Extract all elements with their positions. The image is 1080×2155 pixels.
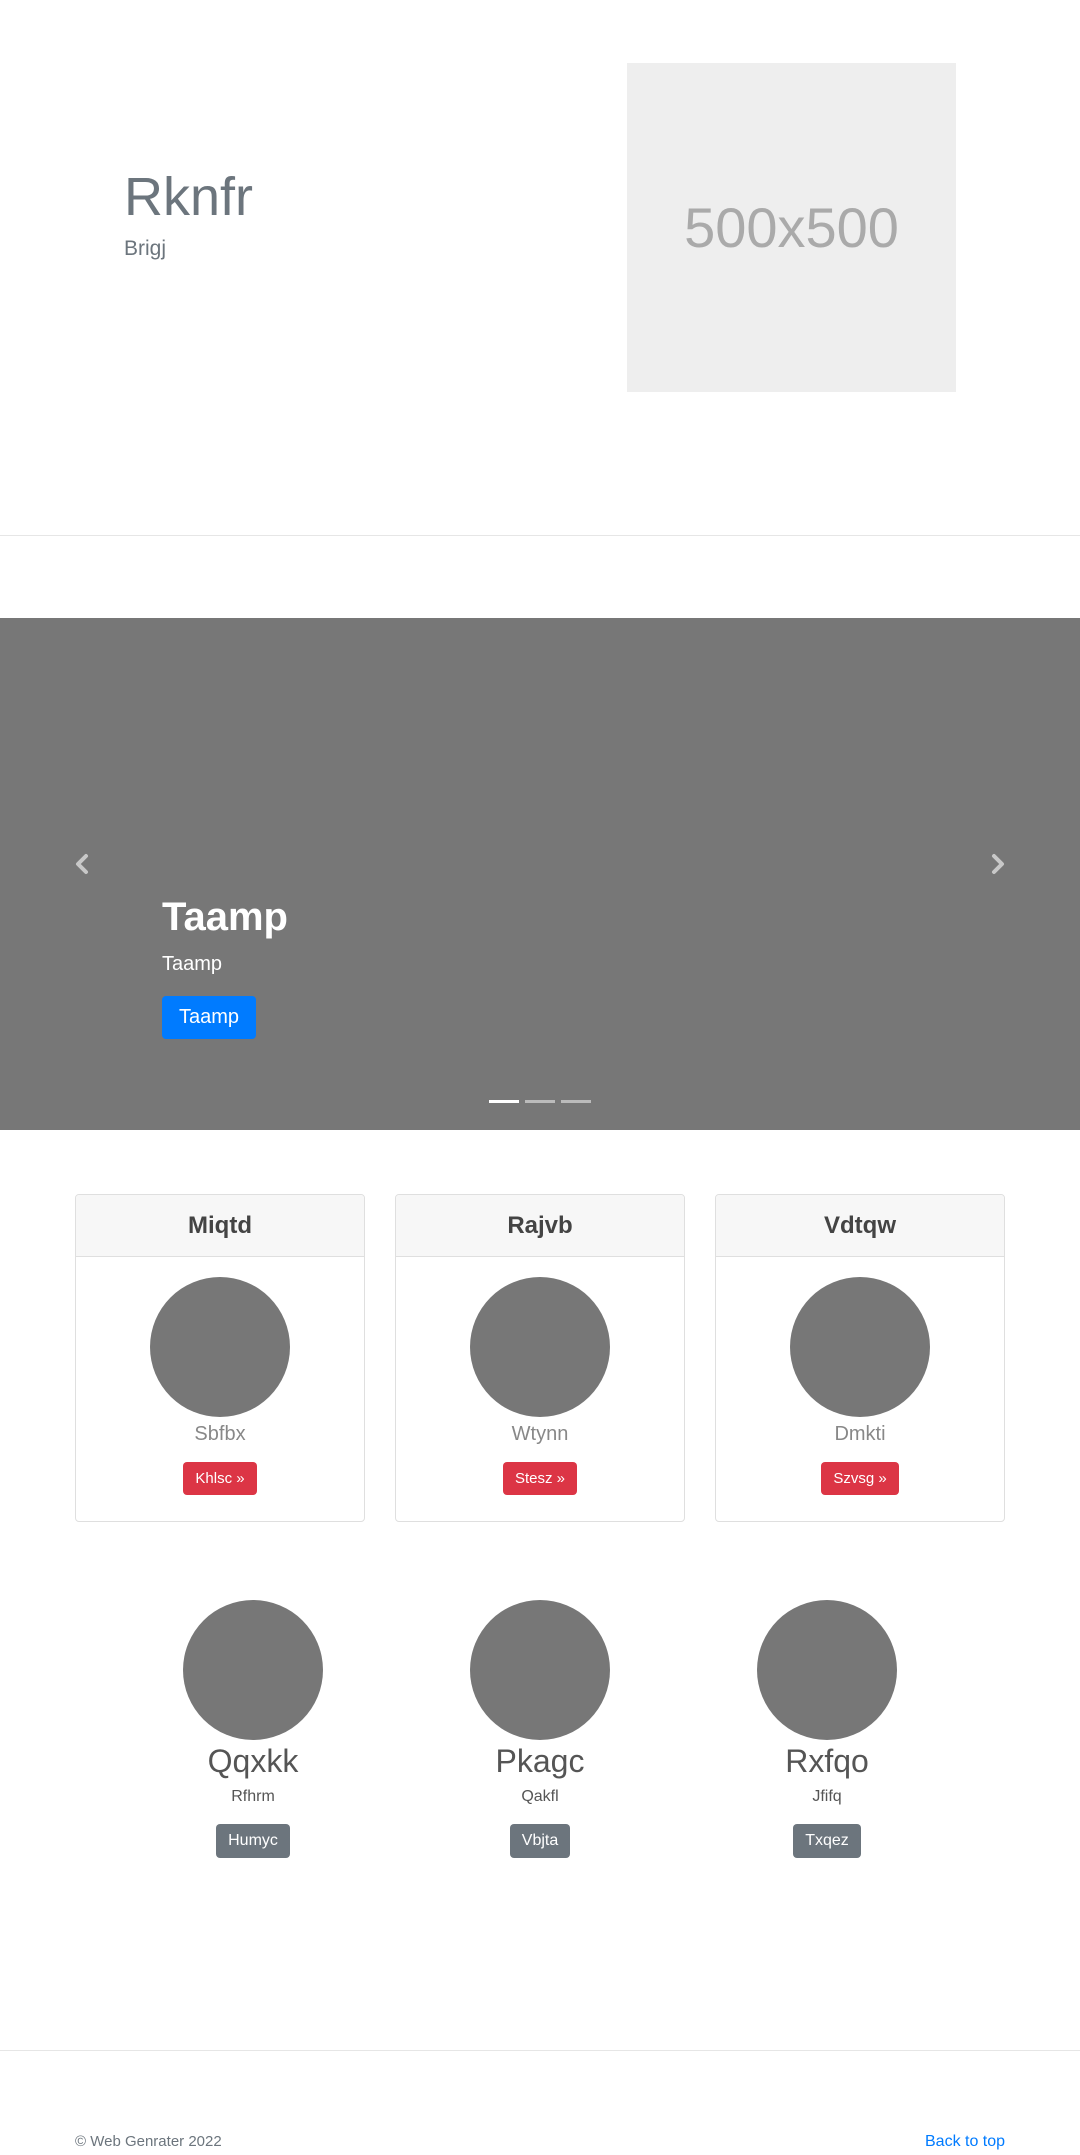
team-member: Pkagc Qakfl Vbjta (440, 1600, 640, 1859)
member-name: Pkagc (495, 1743, 585, 1779)
card-button[interactable]: Szvsg » (821, 1462, 899, 1495)
member-text: Jfifq (812, 1788, 842, 1806)
footer-copyright: © Web Genrater 2022 (75, 2133, 222, 2150)
team-section: Qqxkk Rfhrm Humyc Pkagc Qakfl Vbjta Rxfq… (0, 1600, 1080, 1870)
member-avatar (470, 1600, 610, 1740)
hero-image-label: 500x500 (684, 196, 899, 259)
card-header: Miqtd (76, 1195, 364, 1257)
team-member: Qqxkk Rfhrm Humyc (153, 1600, 353, 1859)
chevron-right-icon (992, 854, 1004, 874)
card-text: Sbfbx (194, 1423, 246, 1445)
carousel-indicators (0, 1100, 1080, 1103)
member-avatar (757, 1600, 897, 1740)
card: Vdtqw Dmkti Szvsg » (715, 1194, 1005, 1522)
carousel-prev-button[interactable] (62, 844, 102, 884)
card-header: Vdtqw (716, 1195, 1004, 1257)
member-button[interactable]: Vbjta (509, 1824, 571, 1859)
card-image-placeholder (790, 1277, 930, 1417)
card-image-placeholder (470, 1277, 610, 1417)
carousel-caption-text: Taamp (162, 953, 223, 975)
chevron-left-icon (76, 854, 88, 874)
card-header: Rajvb (396, 1195, 684, 1257)
carousel-caption-button[interactable]: Taamp (162, 996, 257, 1039)
footer-divider (0, 2050, 1080, 2051)
hero-title: Rknfr (124, 167, 254, 227)
member-button[interactable]: Txqez (793, 1824, 861, 1859)
carousel: Taamp Taamp Taamp (0, 618, 1080, 1130)
hero-image-placeholder: 500x500 (627, 63, 956, 392)
card-button[interactable]: Khlsc » (183, 1462, 257, 1495)
member-text: Qakfl (521, 1788, 559, 1806)
carousel-indicator-2[interactable] (525, 1100, 555, 1103)
member-button[interactable]: Humyc (216, 1824, 290, 1859)
carousel-caption-title: Taamp (162, 895, 288, 939)
card: Rajvb Wtynn Stesz » (395, 1194, 685, 1522)
back-to-top-link[interactable]: Back to top (925, 2133, 1005, 2151)
carousel-indicator-3[interactable] (561, 1100, 591, 1103)
member-name: Qqxkk (207, 1743, 299, 1779)
member-text: Rfhrm (231, 1788, 275, 1806)
carousel-next-button[interactable] (978, 844, 1018, 884)
hero-subtitle: Brigj (124, 237, 167, 260)
card-text: Wtynn (511, 1423, 569, 1445)
member-avatar (183, 1600, 323, 1740)
card: Miqtd Sbfbx Khlsc » (75, 1194, 365, 1522)
card-image-placeholder (150, 1277, 290, 1417)
card-deck: Miqtd Sbfbx Khlsc » Rajvb Wtynn Stesz » … (75, 1194, 1005, 1522)
hero-section: Rknfr Brigj 500x500 (0, 0, 1080, 536)
team-member: Rxfqo Jfifq Txqez (727, 1600, 927, 1859)
carousel-caption: Taamp Taamp Taamp (162, 893, 288, 1039)
card-button[interactable]: Stesz » (502, 1462, 578, 1495)
carousel-indicator-1[interactable] (489, 1100, 519, 1103)
card-text: Dmkti (834, 1423, 886, 1445)
member-name: Rxfqo (785, 1743, 869, 1779)
